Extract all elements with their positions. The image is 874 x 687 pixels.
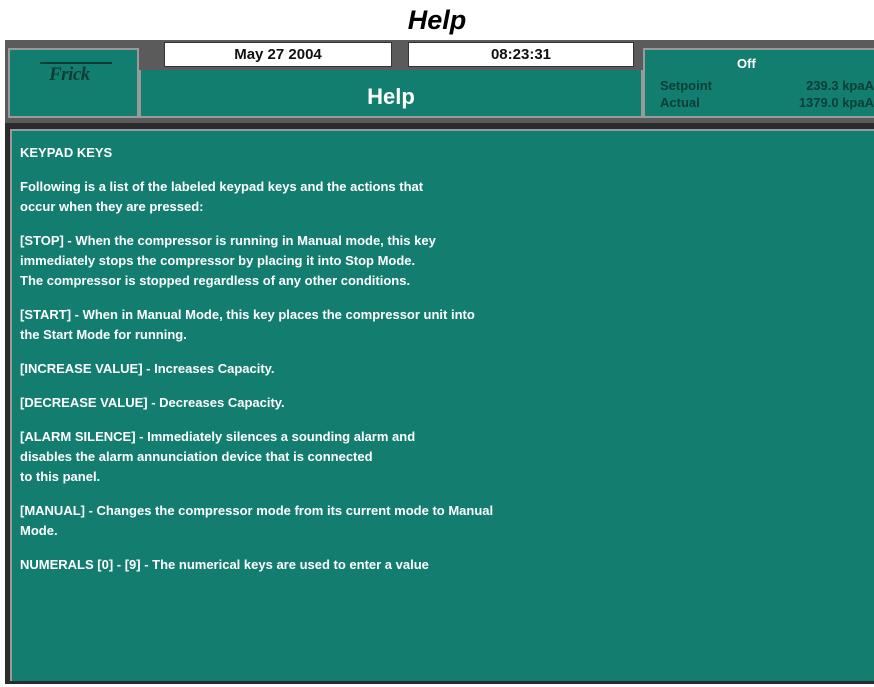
help-paragraph: [DECREASE VALUE] - Decreases Capacity. xyxy=(20,395,285,410)
actual-label: Actual xyxy=(660,95,700,110)
help-paragraph: [ALARM SILENCE] - Immediately silences a… xyxy=(20,429,416,484)
help-text: KEYPAD KEYS Following is a list of the l… xyxy=(20,143,720,589)
setpoint-label: Setpoint xyxy=(660,78,712,93)
page-heading: Help xyxy=(407,5,467,35)
setpoint-value: 239.3 kpaA xyxy=(806,78,874,93)
run-status: Off xyxy=(737,56,756,71)
help-paragraph: NUMERALS [0] - [9] - The numerical keys … xyxy=(20,557,429,572)
help-paragraph: [STOP] - When the compressor is running … xyxy=(20,233,436,288)
time-display: 08:23:31 xyxy=(408,42,634,67)
help-paragraph: Following is a list of the labeled keypa… xyxy=(20,179,424,214)
actual-value: 1379.0 kpaA xyxy=(798,95,874,110)
help-paragraph: [INCREASE VALUE] - Increases Capacity. xyxy=(20,361,275,376)
screen-title: Help xyxy=(367,84,415,109)
date-display: May 27 2004 xyxy=(164,42,392,67)
help-heading: KEYPAD KEYS xyxy=(20,145,113,160)
frick-logo: Frick xyxy=(49,64,90,85)
help-paragraph: [MANUAL] - Changes the compressor mode f… xyxy=(20,503,494,538)
help-paragraph: [START] - When in Manual Mode, this key … xyxy=(20,307,475,342)
logo-panel: Frick xyxy=(8,48,139,118)
